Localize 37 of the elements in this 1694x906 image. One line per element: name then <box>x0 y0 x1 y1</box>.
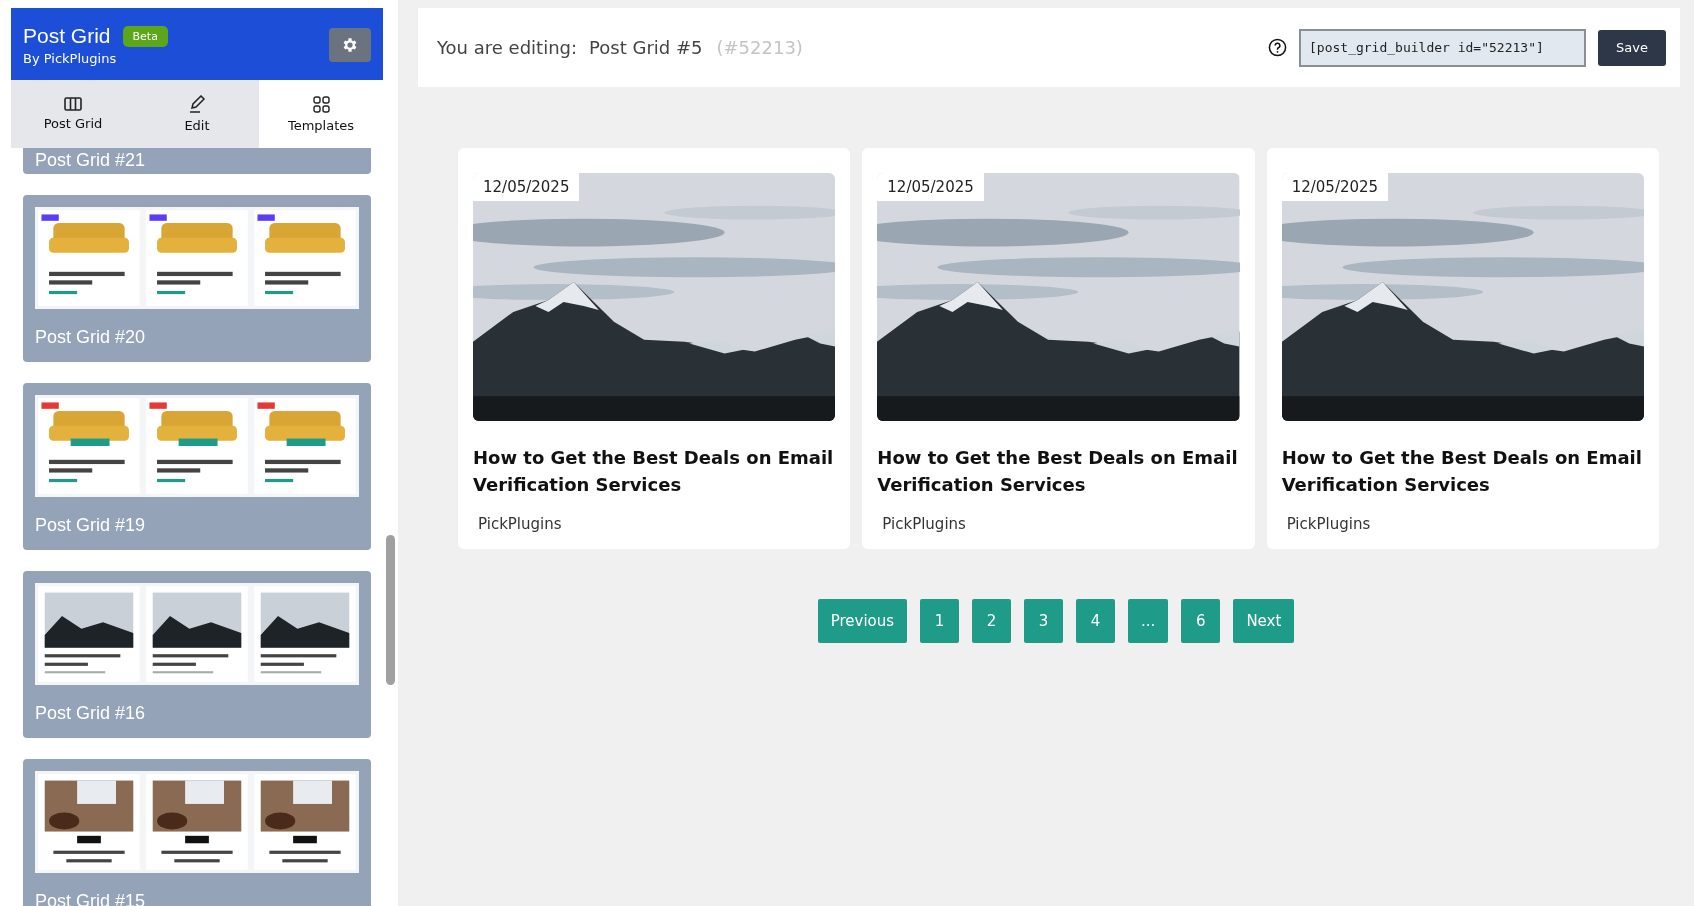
post-author: PickPlugins <box>882 515 967 533</box>
app-title: Post Grid <box>23 24 111 48</box>
grid-icon <box>312 95 330 113</box>
pagination-button[interactable]: ... <box>1128 599 1169 643</box>
settings-button[interactable] <box>329 28 371 62</box>
pagination-button[interactable]: 1 <box>920 599 960 643</box>
editing-label: You are editing: <box>437 37 578 58</box>
pen-icon <box>188 95 206 113</box>
pagination-button[interactable]: 4 <box>1076 599 1116 643</box>
template-card[interactable]: Post Grid #21 <box>23 148 371 174</box>
save-button[interactable]: Save <box>1598 29 1666 66</box>
post-title[interactable]: How to Get the Best Deals on Email Verification Services <box>473 444 836 498</box>
shortcode-field[interactable]: [post_grid_builder id="52213"] <box>1299 28 1586 67</box>
date-badge: 12/05/2025 <box>473 173 580 201</box>
pagination-button[interactable]: 2 <box>972 599 1012 643</box>
post-id: (#52213) <box>716 37 803 58</box>
sidebar-tab[interactable]: Templates <box>259 80 383 148</box>
template-card[interactable]: Post Grid #20 <box>23 195 371 362</box>
byline: By PickPlugins <box>23 51 118 66</box>
post-author: PickPlugins <box>1286 515 1372 533</box>
post-title[interactable]: How to Get the Best Deals on Email Verification Services <box>1281 444 1644 498</box>
scrollbar-thumb[interactable] <box>386 535 395 685</box>
date-badge: 12/05/2025 <box>1281 173 1389 201</box>
template-card[interactable]: Post Grid #19 <box>23 383 371 550</box>
pagination-button[interactable]: Previous <box>817 599 908 643</box>
pagination-button[interactable]: 3 <box>1024 599 1064 643</box>
post-title[interactable]: How to Get the Best Deals on Email Verification Services <box>877 444 1240 498</box>
settings-icon <box>341 36 359 54</box>
columns-icon <box>64 97 82 111</box>
pagination-button[interactable]: Next <box>1233 599 1295 643</box>
beta-badge: Beta <box>122 25 168 47</box>
help-icon[interactable] <box>1268 38 1287 57</box>
post-name: Post Grid #5 <box>589 37 703 58</box>
post-author: PickPlugins <box>478 515 563 533</box>
template-card[interactable]: Post Grid #16 <box>23 571 371 738</box>
date-badge: 12/05/2025 <box>877 173 984 201</box>
pagination-button[interactable]: 6 <box>1181 599 1221 643</box>
